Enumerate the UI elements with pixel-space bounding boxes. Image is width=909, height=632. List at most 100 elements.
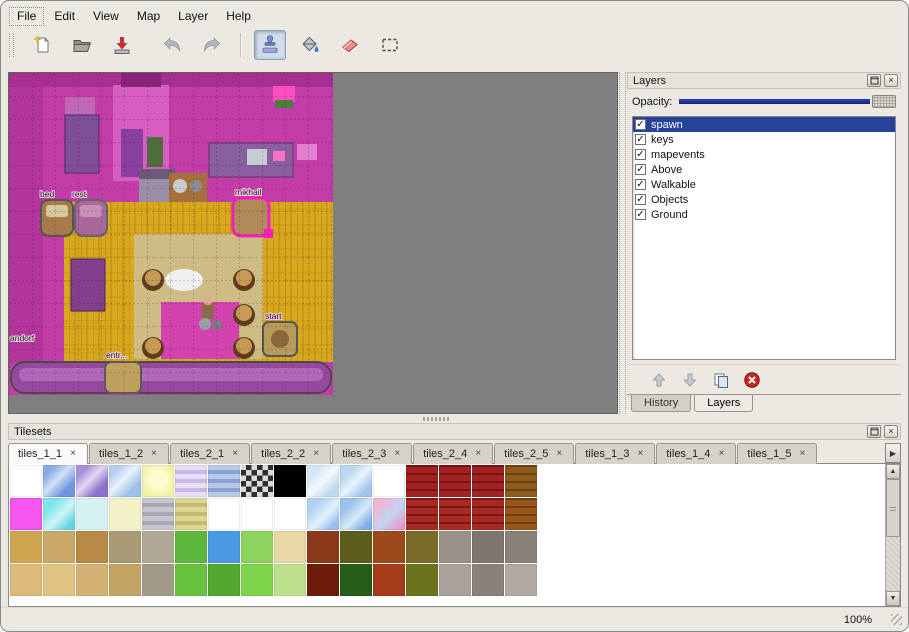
layer-row-objects[interactable]: ✓Objects xyxy=(633,192,895,207)
scrollbar-track[interactable] xyxy=(886,479,900,591)
tileset-tile[interactable] xyxy=(43,564,75,596)
close-icon[interactable]: × xyxy=(884,74,898,87)
tileset-tile[interactable] xyxy=(472,465,504,497)
tileset-tile[interactable] xyxy=(208,564,240,596)
tileset-tile[interactable] xyxy=(406,498,438,530)
tileset-tile[interactable] xyxy=(472,564,504,596)
tileset-tile[interactable] xyxy=(142,465,174,497)
rect-select-button[interactable] xyxy=(374,30,406,60)
tab-close-icon[interactable]: × xyxy=(473,449,483,459)
tab-close-icon[interactable]: × xyxy=(149,449,159,459)
tileset-tile[interactable] xyxy=(175,498,207,530)
tileset-tile[interactable] xyxy=(439,531,471,563)
tileset-tile[interactable] xyxy=(340,531,372,563)
tileset-tile[interactable] xyxy=(10,498,42,530)
tileset-tab-tiles_1_1[interactable]: tiles_1_1× xyxy=(8,443,88,464)
tileset-tile[interactable] xyxy=(340,465,372,497)
tileset-tile[interactable] xyxy=(10,564,42,596)
tileset-tile[interactable] xyxy=(208,498,240,530)
tileset-tile[interactable] xyxy=(439,465,471,497)
tileset-tile[interactable] xyxy=(142,564,174,596)
scroll-down-icon[interactable]: ▼ xyxy=(886,591,900,606)
eraser-button[interactable] xyxy=(334,30,366,60)
toolbar-drag-handle[interactable] xyxy=(9,33,14,57)
tileset-tab-tiles_1_4[interactable]: tiles_1_4× xyxy=(656,443,736,464)
layer-row-spawn[interactable]: ✓spawn xyxy=(633,117,895,132)
save-button[interactable] xyxy=(106,30,138,60)
tileset-tile[interactable] xyxy=(241,498,273,530)
redo-button[interactable] xyxy=(196,30,228,60)
tileset-tile[interactable] xyxy=(241,465,273,497)
layer-row-above[interactable]: ✓Above xyxy=(633,162,895,177)
tileset-tile[interactable] xyxy=(505,498,537,530)
tileset-tile[interactable] xyxy=(340,498,372,530)
tileset-tile[interactable] xyxy=(472,498,504,530)
menu-view[interactable]: View xyxy=(85,7,127,26)
tileset-tile[interactable] xyxy=(109,465,141,497)
layer-row-ground[interactable]: ✓Ground xyxy=(633,207,895,222)
tileset-tile[interactable] xyxy=(340,564,372,596)
opacity-slider-handle[interactable] xyxy=(872,95,896,108)
layer-visibility-checkbox[interactable]: ✓ xyxy=(635,134,646,145)
tileset-tile[interactable] xyxy=(307,498,339,530)
tileset-tab-tiles_2_1[interactable]: tiles_2_1× xyxy=(170,443,250,464)
menu-file[interactable]: File xyxy=(9,7,44,26)
dock-resize-handle[interactable] xyxy=(619,72,626,414)
tileset-tile[interactable] xyxy=(406,465,438,497)
tileset-tile[interactable] xyxy=(373,498,405,530)
dock-tab-layers[interactable]: Layers xyxy=(694,395,753,412)
tileset-tab-tiles_1_3[interactable]: tiles_1_3× xyxy=(575,443,655,464)
bucket-fill-button[interactable] xyxy=(294,30,326,60)
new-button[interactable] xyxy=(26,30,58,60)
duplicate-layer-button[interactable] xyxy=(709,368,733,392)
tileset-tile[interactable] xyxy=(142,498,174,530)
tileset-tile[interactable] xyxy=(307,564,339,596)
layer-visibility-checkbox[interactable]: ✓ xyxy=(635,179,646,190)
tileset-tile[interactable] xyxy=(373,531,405,563)
tileset-tile[interactable] xyxy=(208,531,240,563)
lower-layer-button[interactable] xyxy=(678,368,702,392)
tab-close-icon[interactable]: × xyxy=(392,449,402,459)
dock-tab-history[interactable]: History xyxy=(631,395,691,412)
tileset-tile[interactable] xyxy=(472,531,504,563)
stamp-brush-button[interactable] xyxy=(254,30,286,60)
tileset-tile[interactable] xyxy=(373,564,405,596)
tileset-tile[interactable] xyxy=(175,465,207,497)
tileset-tab-tiles_2_3[interactable]: tiles_2_3× xyxy=(332,443,412,464)
tileset-tab-tiles_2_5[interactable]: tiles_2_5× xyxy=(494,443,574,464)
map-canvas[interactable]: bedrestmikhailstartentr...andorf xyxy=(9,73,617,414)
close-icon[interactable]: × xyxy=(884,425,898,438)
tab-close-icon[interactable]: × xyxy=(635,449,645,459)
tab-close-icon[interactable]: × xyxy=(230,449,240,459)
float-icon[interactable] xyxy=(867,74,881,87)
tileset-tile[interactable] xyxy=(505,465,537,497)
tileset-tile[interactable] xyxy=(406,531,438,563)
layer-row-mapevents[interactable]: ✓mapevents xyxy=(633,147,895,162)
tileset-tile[interactable] xyxy=(208,465,240,497)
layer-row-keys[interactable]: ✓keys xyxy=(633,132,895,147)
tileset-tile[interactable] xyxy=(175,531,207,563)
tileset-tile[interactable] xyxy=(505,564,537,596)
tileset-tile[interactable] xyxy=(373,465,405,497)
layer-visibility-checkbox[interactable]: ✓ xyxy=(635,164,646,175)
tileset-tile[interactable] xyxy=(109,498,141,530)
open-button[interactable] xyxy=(66,30,98,60)
tileset-tile[interactable] xyxy=(307,465,339,497)
map-view[interactable]: bedrestmikhailstartentr...andorf xyxy=(8,72,618,414)
splitter-handle[interactable] xyxy=(1,414,908,423)
tileset-tile[interactable] xyxy=(76,531,108,563)
tab-close-icon[interactable]: × xyxy=(311,449,321,459)
tileset-tile[interactable] xyxy=(241,531,273,563)
layer-row-walkable[interactable]: ✓Walkable xyxy=(633,177,895,192)
tab-close-icon[interactable]: × xyxy=(68,449,78,459)
menu-layer[interactable]: Layer xyxy=(170,7,216,26)
tileset-tile[interactable] xyxy=(274,498,306,530)
float-icon[interactable] xyxy=(867,425,881,438)
tileset-tab-tiles_2_4[interactable]: tiles_2_4× xyxy=(413,443,493,464)
layer-visibility-checkbox[interactable]: ✓ xyxy=(635,119,646,130)
tileset-tile[interactable] xyxy=(142,531,174,563)
tileset-tile[interactable] xyxy=(10,531,42,563)
tileset-tile[interactable] xyxy=(109,564,141,596)
tileset-tile[interactable] xyxy=(43,531,75,563)
scrollbar-thumb[interactable] xyxy=(886,479,900,537)
